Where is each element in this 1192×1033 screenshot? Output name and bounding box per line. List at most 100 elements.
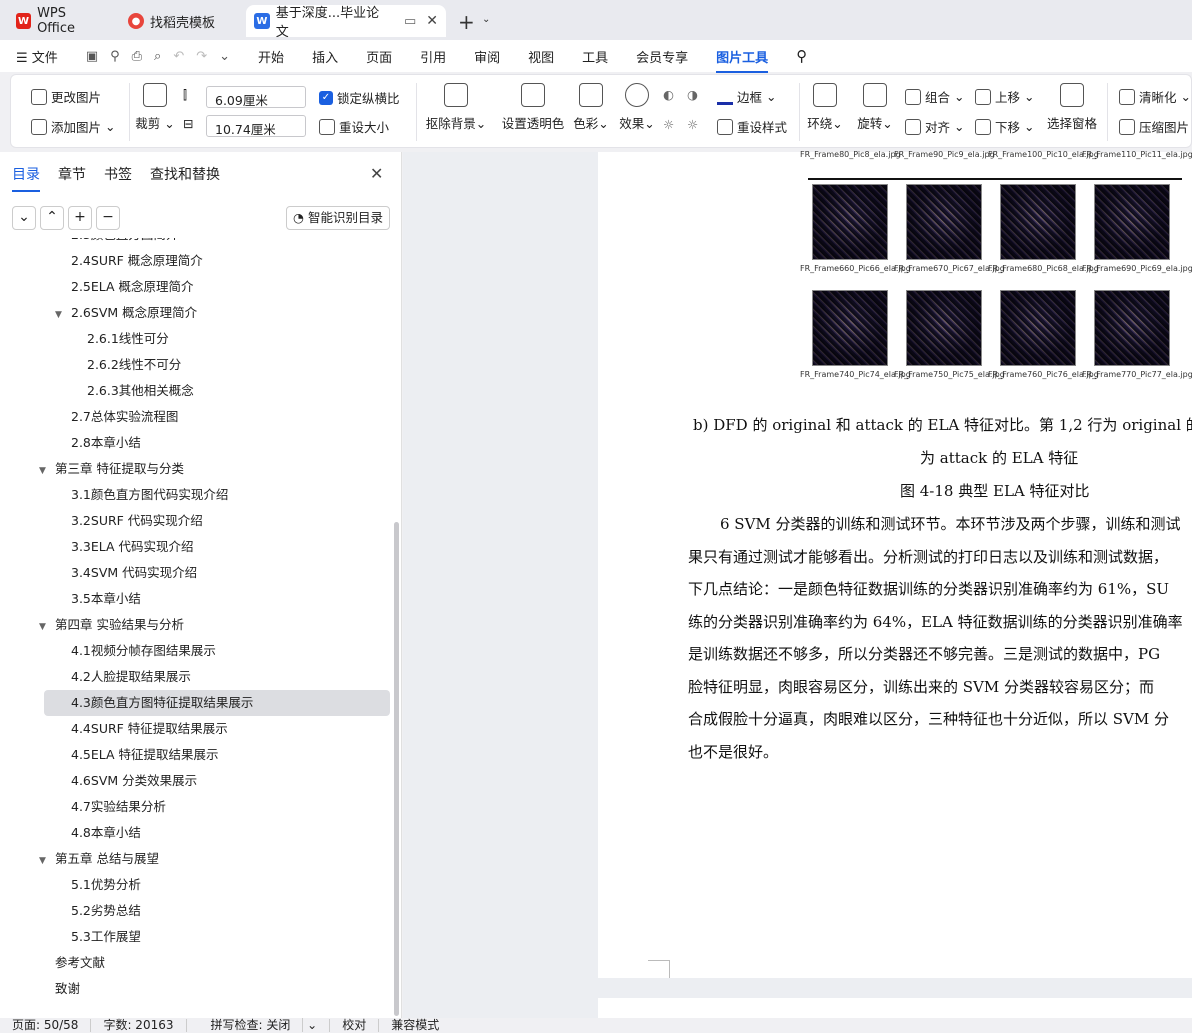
toc-item[interactable]: 4.7实验结果分析 <box>71 794 166 820</box>
ela-thumbnail-image[interactable] <box>1000 290 1076 366</box>
ela-thumbnail-image[interactable] <box>1000 184 1076 260</box>
rotate-button[interactable]: 旋转⌄ <box>851 83 899 132</box>
toc-item[interactable]: 2.5ELA 概念原理简介 <box>71 274 194 300</box>
contrast-up-icon[interactable]: ◑ <box>687 87 698 102</box>
toc-item[interactable]: 4.2人脸提取结果展示 <box>71 664 191 690</box>
expand-caret-icon[interactable]: ▼ <box>55 302 67 328</box>
brightness-up-icon[interactable]: ◐ <box>663 87 674 102</box>
clarity-button[interactable]: 清晰化 ⌄ <box>1119 87 1191 106</box>
toc-item[interactable]: 2.6.1线性可分 <box>87 326 169 352</box>
toc-item[interactable]: 4.6SVM 分类效果展示 <box>71 768 197 794</box>
menu-tools[interactable]: 工具 <box>568 47 622 66</box>
toc-item[interactable]: 4.1视频分帧存图结果展示 <box>71 638 216 664</box>
ela-thumbnail-image[interactable] <box>906 290 982 366</box>
toc-item[interactable]: 3.4SVM 代码实现介绍 <box>71 560 197 586</box>
tab-sections[interactable]: 章节 <box>58 164 86 192</box>
compress-picture-button[interactable]: 压缩图片 <box>1119 117 1189 136</box>
ela-thumbnail-image[interactable] <box>812 290 888 366</box>
menu-insert[interactable]: 插入 <box>298 47 352 66</box>
tab-toc[interactable]: 目录 <box>12 164 40 192</box>
collapse-down-icon[interactable]: ⌄ <box>12 206 36 230</box>
smart-toc-button[interactable]: ◔ 智能识别目录 <box>286 206 390 230</box>
toc-item[interactable]: 4.4SURF 特征提取结果展示 <box>71 716 228 742</box>
expand-caret-icon[interactable]: ▼ <box>39 458 51 484</box>
tab-wps-office[interactable]: W WPS Office <box>8 5 112 37</box>
word-count[interactable]: 字数: 20163 <box>91 1019 187 1032</box>
toc-item[interactable]: 2.6.2线性不可分 <box>87 352 181 378</box>
toc-item[interactable]: 2.8本章小结 <box>71 430 141 456</box>
ela-thumbnail-image[interactable] <box>906 184 982 260</box>
toc-item[interactable]: ▼ 第五章 总结与展望 <box>39 846 159 872</box>
print-preview-icon[interactable]: ⌕ <box>154 49 161 64</box>
remove-heading-icon[interactable]: − <box>96 206 120 230</box>
tab-list-chevron-icon[interactable]: ⌄ <box>482 14 490 25</box>
ela-thumbnail-image[interactable] <box>1094 184 1170 260</box>
wrap-button[interactable]: 环绕⌄ <box>801 83 849 132</box>
new-tab-icon[interactable]: + <box>458 10 475 34</box>
search-icon[interactable]: ⚲ <box>782 47 821 65</box>
crop-button[interactable]: 裁剪 ⌄ <box>125 83 185 132</box>
width-input[interactable]: 6.09厘米 <box>206 86 306 108</box>
toc-item[interactable]: 5.2劣势总结 <box>71 898 141 924</box>
toc-item[interactable]: 2.7总体实验流程图 <box>71 404 178 430</box>
ela-thumbnail-image[interactable] <box>812 184 888 260</box>
tab-docer-templates[interactable]: ● 找稻壳模板 <box>120 5 242 37</box>
group-button[interactable]: 组合 ⌄ <box>905 87 964 106</box>
menu-start[interactable]: 开始 <box>244 47 298 66</box>
save-icon[interactable]: ▣ <box>86 49 98 64</box>
toc-item[interactable]: 3.5本章小结 <box>71 586 141 612</box>
toc-item[interactable]: 2.3颜色直方图简介 <box>71 238 178 248</box>
color-button[interactable]: 色彩⌄ <box>567 83 615 132</box>
toc-item[interactable]: 4.5ELA 特征提取结果展示 <box>71 742 219 768</box>
toc-item[interactable]: 3.1颜色直方图代码实现介绍 <box>71 482 228 508</box>
ela-thumbnail-image[interactable] <box>1094 290 1170 366</box>
toc-item[interactable]: 5.3工作展望 <box>71 924 141 950</box>
toc-item[interactable]: 参考文献 <box>55 950 105 976</box>
tab-find-replace[interactable]: 查找和替换 <box>150 164 220 192</box>
contrast-down-icon[interactable]: ☼ <box>687 117 698 132</box>
restore-icon[interactable]: ▭ <box>404 14 416 29</box>
toc-item[interactable]: 4.8本章小结 <box>71 820 141 846</box>
lock-ratio-checkbox[interactable]: ✓ 锁定纵横比 <box>319 88 400 107</box>
close-tab-icon[interactable]: ✕ <box>426 13 438 29</box>
expand-caret-icon[interactable]: ▼ <box>39 848 51 874</box>
spell-check-toggle[interactable]: 拼写检查: 关闭 ⌄ <box>187 1018 331 1032</box>
menu-picture-tools[interactable]: 图片工具 <box>702 47 782 73</box>
share-icon[interactable]: ⚲ <box>110 49 120 64</box>
toc-item[interactable]: ▼ 第四章 实验结果与分析 <box>39 612 184 638</box>
print-icon[interactable]: ⎙ <box>132 49 142 64</box>
toc-item[interactable]: 致谢 <box>55 976 80 1002</box>
toc-scrollbar[interactable] <box>394 522 399 1016</box>
tab-document[interactable]: W 基于深度...毕业论文 ▭ ✕ <box>246 5 446 40</box>
collapse-up-icon[interactable]: ⌃ <box>40 206 64 230</box>
reset-size-button[interactable]: 重设大小 <box>319 117 389 136</box>
toc-item[interactable]: ▼ 第三章 特征提取与分类 <box>39 456 184 482</box>
reset-style-button[interactable]: 重设样式 <box>717 117 787 136</box>
move-down-button[interactable]: 下移 ⌄ <box>975 117 1034 136</box>
menu-reference[interactable]: 引用 <box>406 47 460 66</box>
set-transparent-button[interactable]: 设置透明色 <box>497 83 569 132</box>
height-input[interactable]: 10.74厘米 <box>206 115 306 137</box>
align-button[interactable]: 对齐 ⌄ <box>905 117 964 136</box>
change-picture-button[interactable]: 更改图片 <box>31 87 101 106</box>
toc-item[interactable]: 3.2SURF 代码实现介绍 <box>71 508 203 534</box>
proofread-button[interactable]: 校对 <box>330 1019 380 1032</box>
page-indicator[interactable]: 页面: 50/58 <box>0 1019 92 1032</box>
toc-item[interactable]: 3.3ELA 代码实现介绍 <box>71 534 194 560</box>
menu-review[interactable]: 审阅 <box>460 47 514 66</box>
menu-page[interactable]: 页面 <box>352 47 406 66</box>
border-button[interactable]: 边框 ⌄ <box>717 87 776 106</box>
move-up-button[interactable]: 上移 ⌄ <box>975 87 1034 106</box>
file-menu[interactable]: ☰ 文件 <box>0 47 72 66</box>
brightness-down-icon[interactable]: ☼ <box>663 117 674 132</box>
add-heading-icon[interactable]: + <box>68 206 92 230</box>
toc-item[interactable]: 5.1优势分析 <box>71 872 141 898</box>
remove-background-button[interactable]: 抠除背景⌄ <box>425 83 487 132</box>
expand-caret-icon[interactable]: ▼ <box>39 614 51 640</box>
toc-item[interactable]: 2.4SURF 概念原理简介 <box>71 248 203 274</box>
toc-item[interactable]: 2.6.3其他相关概念 <box>87 378 194 404</box>
add-picture-button[interactable]: 添加图片 ⌄ <box>31 117 115 136</box>
undo-icon[interactable]: ↶ <box>173 49 184 64</box>
redo-icon[interactable]: ↷ <box>196 49 207 64</box>
menu-view[interactable]: 视图 <box>514 47 568 66</box>
